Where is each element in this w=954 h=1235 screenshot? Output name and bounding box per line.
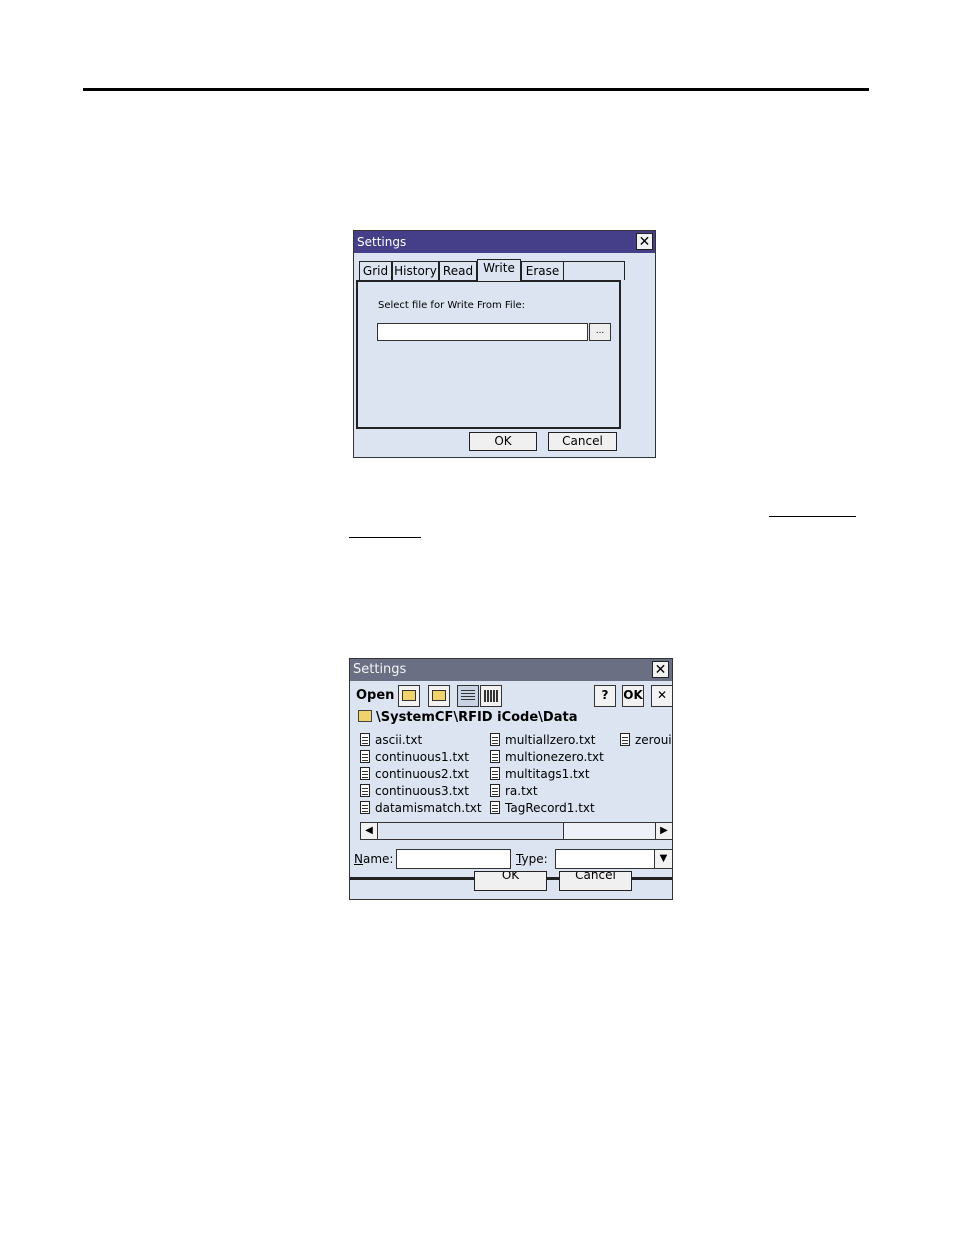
horizontal-scrollbar[interactable]: ◀ ▶: [360, 822, 672, 840]
file-name: TagRecord1.txt: [505, 801, 595, 815]
text-file-icon: [490, 784, 500, 797]
link-underline: [349, 537, 421, 538]
file-name: continuous1.txt: [375, 750, 469, 764]
scroll-thumb[interactable]: [379, 823, 564, 839]
file-name: datamismatch.txt: [375, 801, 482, 815]
dialog-titlebar: Settings ✕: [354, 231, 655, 253]
tab-erase[interactable]: Erase: [521, 261, 564, 280]
file-name: multiallzero.txt: [505, 733, 596, 747]
new-folder-button[interactable]: [428, 685, 450, 707]
file-item[interactable]: continuous1.txt: [360, 749, 469, 765]
file-item[interactable]: continuous2.txt: [360, 766, 469, 782]
tab-history[interactable]: History: [392, 261, 439, 280]
text-file-icon: [360, 733, 370, 746]
open-label: Open: [356, 688, 395, 703]
name-label: Name:: [354, 852, 393, 866]
ok-button[interactable]: OK: [469, 432, 537, 451]
up-folder-button[interactable]: [398, 685, 420, 707]
name-label-accel: N: [354, 852, 363, 866]
help-button[interactable]: ?: [594, 685, 616, 707]
scroll-left-icon[interactable]: ◀: [361, 823, 378, 839]
file-item[interactable]: ra.txt: [490, 783, 538, 799]
list-view-icon: [461, 690, 475, 702]
settings-open-dialog: Settings ✕ Open ? OK ✕ \SystemCF\RFID iC…: [349, 658, 673, 900]
file-item[interactable]: TagRecord1.txt: [490, 800, 595, 816]
text-file-icon: [490, 750, 500, 763]
type-label-rest: ype:: [521, 852, 548, 866]
file-item[interactable]: ascii.txt: [360, 732, 422, 748]
tab-write[interactable]: Write: [477, 259, 521, 281]
settings-write-dialog: Settings ✕ Grid History Read Write Erase…: [353, 230, 656, 458]
name-input[interactable]: [396, 849, 511, 869]
file-name: ascii.txt: [375, 733, 423, 747]
dialog-titlebar: Settings ✕: [350, 659, 672, 681]
current-path: \SystemCF\RFID iCode\Data: [358, 710, 577, 728]
current-path-text: \SystemCF\RFID iCode\Data: [376, 710, 578, 725]
file-name: multionezero.txt: [505, 750, 604, 764]
list-view-button[interactable]: [457, 685, 479, 707]
browse-button[interactable]: ...: [589, 323, 611, 341]
up-folder-icon: [402, 690, 416, 701]
file-name: continuous3.txt: [375, 784, 469, 798]
write-file-label: Select file for Write From File:: [378, 300, 526, 311]
cancel-button[interactable]: Cancel: [559, 871, 632, 891]
page-header-rule: [83, 88, 869, 91]
file-name: continuous2.txt: [375, 767, 469, 781]
toolbar-ok-button[interactable]: OK: [622, 685, 644, 707]
close-icon[interactable]: ✕: [636, 233, 653, 250]
text-file-icon: [490, 767, 500, 780]
text-file-icon: [490, 733, 500, 746]
file-name: multitags1.txt: [505, 767, 590, 781]
chevron-down-icon[interactable]: ▼: [654, 850, 672, 868]
ok-button[interactable]: OK: [474, 871, 547, 891]
type-label: Type:: [516, 852, 548, 866]
write-tab-panel: Select file for Write From File: ...: [356, 280, 621, 429]
type-select[interactable]: ▼: [555, 849, 672, 869]
folder-search-icon: [358, 710, 372, 722]
tab-strip-filler: [564, 261, 625, 280]
text-file-icon: [360, 801, 370, 814]
file-name: zerouic: [635, 733, 672, 747]
file-list: ascii.txt continuous1.txt continuous2.tx…: [360, 732, 672, 822]
text-file-icon: [360, 784, 370, 797]
name-label-rest: ame:: [362, 852, 394, 866]
file-item[interactable]: datamismatch.txt: [360, 800, 482, 816]
file-item[interactable]: continuous3.txt: [360, 783, 469, 799]
text-file-icon: [360, 767, 370, 780]
cancel-button[interactable]: Cancel: [548, 432, 617, 451]
tab-read[interactable]: Read: [439, 261, 477, 280]
scroll-right-icon[interactable]: ▶: [655, 823, 672, 839]
open-toolbar: Open ? OK ✕: [350, 683, 672, 708]
text-file-icon: [620, 733, 630, 746]
file-item[interactable]: multionezero.txt: [490, 749, 604, 765]
file-item[interactable]: multitags1.txt: [490, 766, 590, 782]
details-view-button[interactable]: [480, 685, 502, 707]
details-view-icon: [484, 690, 498, 702]
text-file-icon: [360, 750, 370, 763]
close-icon[interactable]: ✕: [652, 661, 669, 678]
text-file-icon: [490, 801, 500, 814]
file-item[interactable]: multiallzero.txt: [490, 732, 596, 748]
dialog-title: Settings: [357, 235, 407, 249]
file-item[interactable]: zerouic: [620, 732, 672, 748]
file-name: ra.txt: [505, 784, 538, 798]
tab-grid[interactable]: Grid: [359, 261, 392, 280]
new-folder-icon: [432, 690, 446, 701]
dialog-title: Settings: [353, 662, 407, 677]
write-file-path-input[interactable]: [377, 323, 588, 341]
toolbar-close-button[interactable]: ✕: [651, 685, 672, 707]
link-underline: [769, 516, 856, 517]
